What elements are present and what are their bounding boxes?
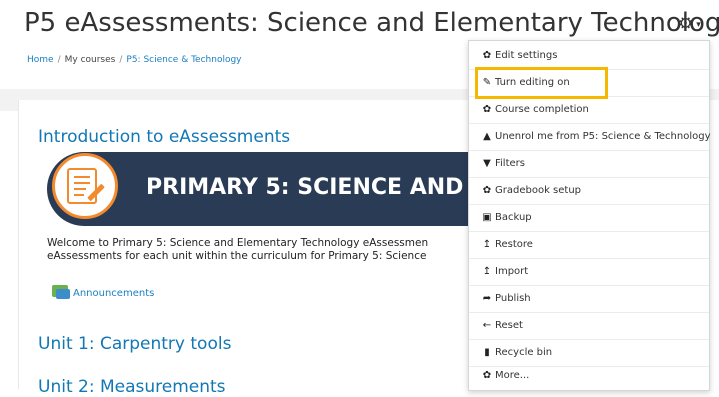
menu-item-label: Edit settings — [495, 50, 558, 61]
breadcrumb-separator: / — [57, 55, 61, 65]
menu-item-label: Course completion — [495, 104, 589, 115]
course-actions-button[interactable]: ⚙ ▾ — [678, 14, 701, 34]
menu-item-edit-settings[interactable]: ✿ Edit settings — [469, 43, 709, 69]
cog-icon: ✿ — [482, 370, 492, 381]
menu-item-filters[interactable]: ▼ Filters — [469, 151, 709, 177]
menu-item-restore[interactable]: ↥ Restore — [469, 232, 709, 258]
section-title-introduction[interactable]: Introduction to eAssessments — [38, 127, 290, 147]
menu-item-label: Restore — [495, 239, 533, 250]
share-icon: ➦ — [482, 293, 492, 304]
menu-item-label: More... — [495, 370, 530, 381]
welcome-line-2: eAssessments for each unit within the cu… — [47, 250, 427, 262]
menu-item-label: Filters — [495, 158, 525, 169]
menu-item-more[interactable]: ✿ More... — [469, 363, 709, 389]
menu-item-label: Import — [495, 266, 529, 277]
announcements-link[interactable]: Announcements — [73, 288, 154, 299]
menu-item-import[interactable]: ↥ Import — [469, 259, 709, 285]
cog-icon: ✿ — [482, 50, 492, 61]
breadcrumb-my-courses[interactable]: My courses — [65, 55, 116, 65]
gear-icon: ⚙ — [678, 14, 694, 34]
breadcrumb-home[interactable]: Home — [27, 55, 54, 65]
upload-icon: ↥ — [482, 239, 492, 250]
menu-item-label: Unenrol me from P5: Science & Technology — [495, 131, 711, 142]
arrow-left-icon: ← — [482, 320, 492, 331]
menu-item-publish[interactable]: ➦ Publish — [469, 286, 709, 312]
backup-icon: ▣ — [482, 212, 492, 223]
welcome-line-1: Welcome to Primary 5: Science and Elemen… — [47, 237, 429, 249]
trash-icon: ▮ — [484, 347, 490, 358]
cog-icon: ✿ — [482, 185, 492, 196]
menu-item-label: Reset — [495, 320, 523, 331]
menu-item-unenrol[interactable]: ▲ Unenrol me from P5: Science & Technolo… — [469, 124, 711, 150]
upload-icon: ↥ — [482, 266, 492, 277]
menu-item-label: Backup — [495, 212, 532, 223]
menu-item-label: Gradebook setup — [495, 185, 582, 196]
cog-icon: ✿ — [482, 104, 492, 115]
page-title: P5 eAssessments: Science and Elementary … — [24, 8, 719, 38]
menu-item-label: Recycle bin — [495, 347, 553, 358]
menu-item-backup[interactable]: ▣ Backup — [469, 205, 709, 231]
menu-item-gradebook-setup[interactable]: ✿ Gradebook setup — [469, 178, 709, 204]
menu-item-course-completion[interactable]: ✿ Course completion — [469, 97, 709, 123]
highlight-box — [475, 67, 608, 99]
section-title-unit-2[interactable]: Unit 2: Measurements — [38, 377, 226, 397]
menu-item-label: Publish — [495, 293, 531, 304]
breadcrumb-course[interactable]: P5: Science & Technology — [126, 55, 241, 65]
breadcrumb-separator: / — [119, 55, 123, 65]
menu-item-reset[interactable]: ← Reset — [469, 313, 709, 339]
user-icon: ▲ — [483, 131, 491, 142]
filter-icon: ▼ — [483, 158, 491, 169]
section-title-unit-1[interactable]: Unit 1: Carpentry tools — [38, 334, 231, 354]
breadcrumb: Home / My courses / P5: Science & Technology — [27, 55, 242, 65]
caret-down-icon: ▾ — [696, 20, 701, 30]
welcome-text: Welcome to Primary 5: Science and Elemen… — [47, 237, 472, 263]
forum-icon[interactable] — [52, 285, 70, 299]
